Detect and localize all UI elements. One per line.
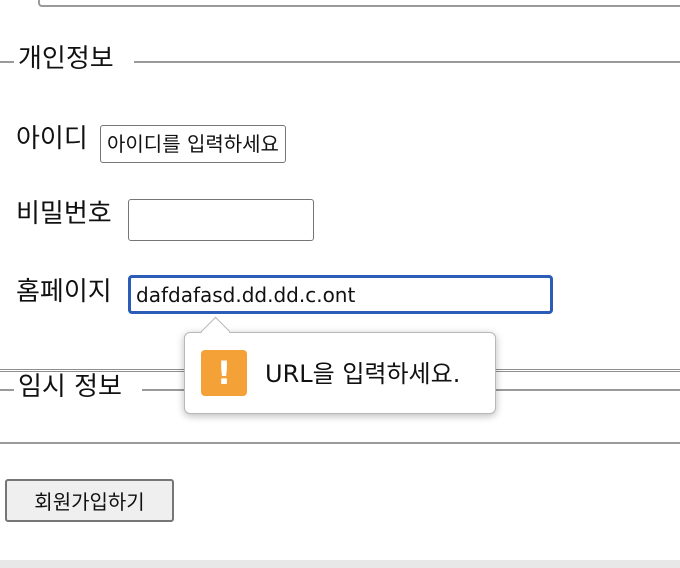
homepage-input[interactable]: [128, 275, 553, 314]
signup-button[interactable]: 회원가입하기: [5, 479, 174, 522]
id-input[interactable]: [100, 125, 286, 163]
fieldset-border-top-right: [134, 61, 680, 63]
password-input[interactable]: [128, 199, 314, 241]
tooltip-message: URL을 입력하세요.: [265, 360, 461, 388]
signup-page: 개인정보 아이디 비밀번호 홈페이지 임시 정보 ! URL을 입력하세요. 회…: [0, 0, 680, 568]
page-bottom-strip: [0, 560, 680, 568]
temp-info-legend: 임시 정보: [16, 372, 124, 402]
tooltip-arrow: [200, 316, 231, 347]
url-validation-tooltip: ! URL을 입력하세요.: [184, 316, 496, 414]
homepage-label: 홈페이지: [16, 277, 112, 307]
id-label: 아이디: [16, 124, 88, 154]
fieldset-border-top-left: [0, 61, 14, 63]
password-label: 비밀번호: [16, 199, 112, 229]
temp-fieldset-border-top-left: [0, 389, 14, 391]
temp-info-fieldset-bottom-border: [0, 442, 680, 444]
previous-fieldset-border: [38, 0, 680, 7]
exclamation-warning-icon: !: [201, 350, 247, 396]
personal-info-legend: 개인정보: [16, 44, 116, 74]
